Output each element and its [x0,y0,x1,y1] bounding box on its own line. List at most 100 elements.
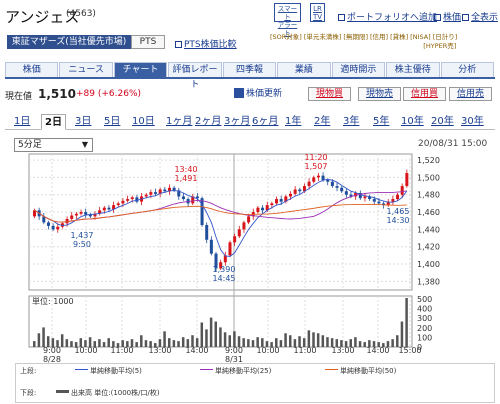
legend-upper-label: 上段: [20,367,37,375]
time-tick-label: 14:00 [366,346,389,355]
volume-bar [37,333,41,347]
volume-bar [98,339,101,347]
volume-bar [312,332,315,347]
time-tick-label: 13:00 [331,346,354,355]
price-tick-label: 1,420 [417,243,440,252]
candle-body [321,175,325,180]
candle-body [396,194,400,200]
volume-bar [405,298,408,347]
annotation-label: 1,507 [305,162,328,171]
legend-volume: 出来高 単位:(1000株/口/枚) [56,388,160,398]
time-tick-label: 13:00 [148,346,171,355]
time-tick-label: 14:00 [185,346,208,355]
annotation-label: 1,491 [175,174,198,183]
volume-bar [288,335,292,347]
candle-body [293,189,297,194]
volume-bar [135,342,138,347]
volume-bar [200,322,204,347]
legend-lower-label: 下段: [20,389,37,397]
volume-bar [214,321,218,347]
candle-body [121,200,125,204]
annotation-label: 13:40 [174,165,197,174]
legend-ma50: 単純移動平均(50) [325,366,396,376]
candle-body [144,194,148,197]
volume-bar [42,327,45,347]
volume-bar [400,321,404,347]
volume-tick-label: 100 [417,333,432,342]
annotation-label: 11:20 [304,153,327,162]
volume-bar [321,335,325,347]
candle-body [130,197,134,200]
candle-body [330,181,334,187]
volume-swatch [56,390,69,393]
volume-bar [177,341,180,347]
volume-bar [172,340,176,347]
volume-bar [102,342,106,347]
candle-body [51,225,55,230]
legend-ma50-label: 単純移動平均(50) [340,367,397,375]
volume-bar [233,331,236,347]
volume-bar [247,339,250,347]
legend-upper-row: 上段: 単純移動平均(5) 単純移動平均(25) 単純移動平均(50) [20,366,490,376]
legend-lower-row: 下段: 出来高 単位:(1000株/口/枚) [20,388,490,398]
candle-body [377,201,381,204]
candle-body [116,203,120,206]
candle-body [154,192,158,194]
time-tick-label: 11:00 [110,346,133,355]
volume-unit-label: 単位: 1000 [32,296,74,306]
volume-bar [326,337,329,347]
candle-body [102,207,106,211]
candle-body [261,207,265,211]
price-axis: 1,520 1,500 1,480 1,460 1,440 1,420 1,400 1,380 [417,156,440,286]
candle-body [209,239,213,254]
volume-tick-label: 500 [417,295,432,304]
time-tick-label: 15:00 [398,346,421,355]
candle-body [84,212,88,215]
annotation-label: 1,390 [213,265,236,274]
volume-bar [223,332,227,347]
legend-volume-label: 出来高 単位:(1000株/口/枚) [71,389,160,397]
price-tick-label: 1,520 [417,156,440,165]
chart-grid [28,153,413,348]
candle-body [149,192,153,195]
annotation-label: 14:45 [212,274,235,283]
candle-body [107,207,111,210]
volume-bar [391,339,394,347]
chart-legend: 上段: 単純移動平均(5) 単純移動平均(25) 単純移動平均(50) 下段: … [15,363,495,403]
annotation-label: 1,437 [71,231,94,240]
time-tick-label: 9:00 [225,346,243,355]
volume-bar [209,317,213,347]
candle-body [405,173,409,187]
volume-bar [140,335,143,347]
candle-body [391,199,395,202]
volume-bar [163,331,166,347]
candle-body [326,179,330,182]
volume-bar [251,340,255,347]
ma50-swatch [325,369,338,370]
candle-body [46,222,50,226]
candle-body [316,175,320,178]
candle-body [298,189,302,192]
ma5-swatch [75,369,88,370]
candle-body [275,199,279,204]
volume-bar [144,340,148,347]
legend-ma5: 単純移動平均(5) [75,366,142,376]
volume-bar [181,337,185,347]
candle-body [79,212,83,214]
time-tick-label: 11:00 [293,346,316,355]
time-axis: 9:008/2810:00 11:00 13:00 14:00 9:008/3110:0… [43,346,422,364]
candle-body [70,215,74,219]
annotation-label: 9:50 [73,240,91,249]
candle-body [126,199,130,201]
volume-tick-label: 300 [417,314,432,323]
price-tick-label: 1,460 [417,208,440,217]
price-tick-label: 1,400 [417,260,440,269]
candle-body [279,199,283,202]
price-tick-label: 1,500 [417,173,440,182]
candle-body [270,203,274,206]
candle-body [56,226,60,230]
ma25-swatch [200,369,213,370]
candle-body [74,213,78,216]
price-tick-label: 1,380 [417,277,440,286]
candle-body [256,207,260,213]
